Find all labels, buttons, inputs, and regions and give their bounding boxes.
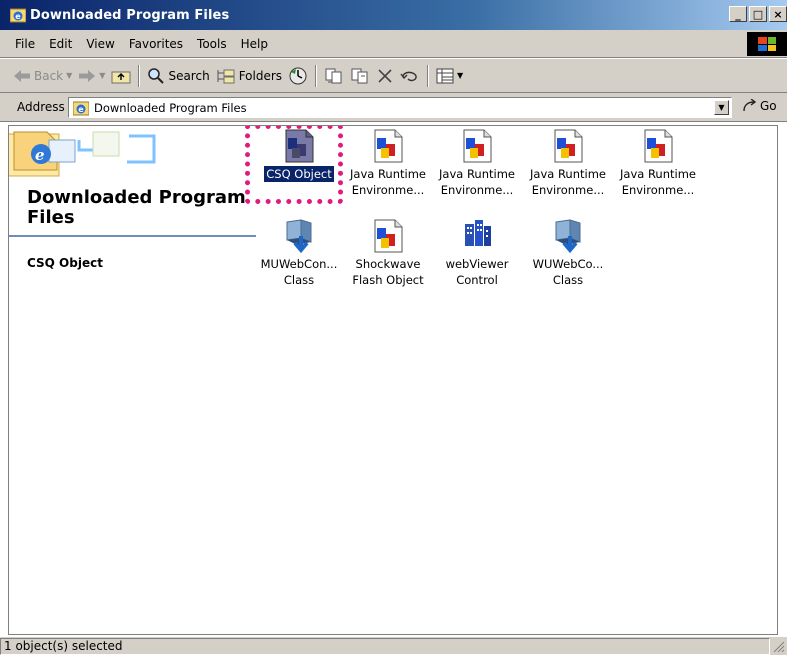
move-to-button[interactable] bbox=[321, 64, 347, 88]
address-input[interactable]: e Downloaded Program Files ▼ bbox=[68, 97, 732, 118]
folder-banner-graphic: e bbox=[9, 126, 259, 186]
item-label: Java Runtime Environme... bbox=[350, 167, 426, 197]
minimize-button[interactable]: _ bbox=[729, 6, 747, 22]
delete-icon bbox=[378, 68, 392, 83]
menu-file[interactable]: File bbox=[9, 34, 42, 54]
title-bar[interactable]: e Downloaded Program Files _ □ × bbox=[0, 0, 787, 30]
item-label: Java Runtime Environme... bbox=[439, 167, 515, 197]
item-webviewer-control[interactable]: webViewer Control bbox=[432, 218, 522, 288]
forward-dropdown-icon[interactable]: ▼ bbox=[99, 71, 105, 80]
menu-bar: File Edit View Favorites Tools Help bbox=[0, 30, 787, 58]
folders-button[interactable]: Folders bbox=[213, 64, 285, 88]
go-button[interactable]: Go bbox=[742, 99, 777, 113]
web-view-pane: e Downloaded Program Files CSQ Object bbox=[9, 126, 259, 634]
item-muwebcon-class[interactable]: MUWebCon... Class bbox=[254, 218, 344, 288]
item-wuwebco-class[interactable]: WUWebCo... Class bbox=[523, 218, 613, 288]
item-shockwave-flash[interactable]: Shockwave Flash Object bbox=[343, 218, 433, 288]
menu-edit[interactable]: Edit bbox=[42, 34, 79, 54]
menu-favorites[interactable]: Favorites bbox=[122, 34, 190, 54]
back-label: Back bbox=[34, 68, 64, 83]
windows-update-icon bbox=[555, 219, 581, 254]
window-title: Downloaded Program Files bbox=[30, 7, 230, 23]
activex-object-icon bbox=[644, 129, 673, 163]
chevron-down-icon: ▼ bbox=[718, 103, 725, 112]
activex-object-icon bbox=[374, 129, 403, 163]
close-button[interactable]: × bbox=[769, 6, 787, 22]
activex-object-icon bbox=[374, 219, 403, 253]
address-value: Downloaded Program Files bbox=[94, 100, 247, 115]
toolbar-separator bbox=[427, 64, 430, 87]
folder-ie-icon: e bbox=[73, 101, 89, 115]
history-button[interactable] bbox=[285, 64, 311, 88]
move-to-icon bbox=[325, 68, 342, 83]
windows-update-icon bbox=[286, 219, 312, 254]
windows-logo-icon bbox=[747, 32, 787, 56]
item-java-runtime-2[interactable]: Java Runtime Environme... bbox=[432, 128, 522, 198]
search-button[interactable]: Search bbox=[144, 64, 212, 88]
selected-item-name: CSQ Object bbox=[27, 256, 103, 270]
views-button[interactable]: ▼ bbox=[433, 64, 466, 88]
search-icon bbox=[148, 67, 165, 84]
address-label: Address bbox=[17, 100, 65, 114]
address-dropdown-button[interactable]: ▼ bbox=[714, 100, 729, 115]
back-arrow-icon bbox=[14, 69, 30, 82]
maximize-icon: □ bbox=[752, 7, 764, 21]
maximize-button[interactable]: □ bbox=[749, 6, 767, 22]
delete-button[interactable] bbox=[373, 64, 397, 88]
resize-grip-icon[interactable] bbox=[773, 641, 785, 653]
minimize-icon: _ bbox=[735, 7, 741, 21]
history-icon bbox=[289, 67, 307, 84]
search-label: Search bbox=[168, 68, 210, 83]
item-label: Shockwave Flash Object bbox=[352, 257, 424, 287]
folder-title: Downloaded Program Files bbox=[27, 187, 246, 228]
item-java-runtime-4[interactable]: Java Runtime Environme... bbox=[613, 128, 703, 198]
back-button[interactable]: Back ▼ bbox=[10, 64, 75, 88]
menu-view[interactable]: View bbox=[79, 34, 121, 54]
item-label: MUWebCon... Class bbox=[260, 257, 338, 287]
svg-text:e: e bbox=[15, 12, 21, 21]
forward-button[interactable]: ▼ bbox=[75, 64, 108, 88]
copy-to-icon bbox=[351, 68, 368, 83]
views-icon bbox=[436, 68, 454, 83]
folder-ie-icon: e bbox=[10, 8, 26, 23]
item-java-runtime-1[interactable]: Java Runtime Environme... bbox=[343, 128, 433, 198]
menu-help[interactable]: Help bbox=[234, 34, 275, 54]
divider bbox=[9, 235, 256, 237]
up-folder-button[interactable] bbox=[108, 64, 134, 88]
up-folder-icon bbox=[111, 71, 131, 83]
activex-object-icon bbox=[554, 129, 583, 163]
toolbar-separator bbox=[138, 64, 141, 87]
item-label: Java Runtime Environme... bbox=[620, 167, 696, 197]
undo-icon bbox=[400, 71, 417, 81]
item-java-runtime-3[interactable]: Java Runtime Environme... bbox=[523, 128, 613, 198]
svg-text:e: e bbox=[35, 146, 45, 164]
views-dropdown-icon[interactable]: ▼ bbox=[457, 71, 463, 80]
menu-tools[interactable]: Tools bbox=[190, 34, 234, 54]
item-csq-object[interactable]: CSQ Object bbox=[254, 128, 344, 183]
buildings-icon bbox=[465, 220, 491, 246]
item-label: Java Runtime Environme... bbox=[530, 167, 606, 197]
address-bar: Address e Downloaded Program Files ▼ Go bbox=[0, 93, 787, 122]
item-label: WUWebCo... Class bbox=[532, 257, 604, 287]
folders-label: Folders bbox=[238, 68, 283, 83]
go-arrow-icon bbox=[743, 99, 757, 112]
undo-button[interactable] bbox=[397, 64, 423, 88]
folders-icon bbox=[217, 69, 235, 83]
back-dropdown-icon[interactable]: ▼ bbox=[66, 71, 72, 80]
folder-view[interactable]: e Downloaded Program Files CSQ Object CS… bbox=[8, 125, 778, 635]
status-bar: 1 object(s) selected bbox=[0, 636, 787, 655]
copy-to-button[interactable] bbox=[347, 64, 373, 88]
go-label: Go bbox=[760, 99, 777, 113]
item-label: webViewer Control bbox=[445, 257, 509, 287]
close-icon: × bbox=[773, 7, 783, 21]
activex-object-icon bbox=[285, 129, 314, 163]
forward-arrow-icon bbox=[79, 69, 96, 82]
toolbar: Back ▼ ▼ Search Folders ▼ bbox=[0, 59, 787, 93]
svg-text:e: e bbox=[78, 105, 84, 114]
activex-object-icon bbox=[463, 129, 492, 163]
toolbar-separator bbox=[315, 64, 318, 87]
item-label: CSQ Object bbox=[263, 165, 335, 183]
status-text: 1 object(s) selected bbox=[0, 637, 770, 655]
